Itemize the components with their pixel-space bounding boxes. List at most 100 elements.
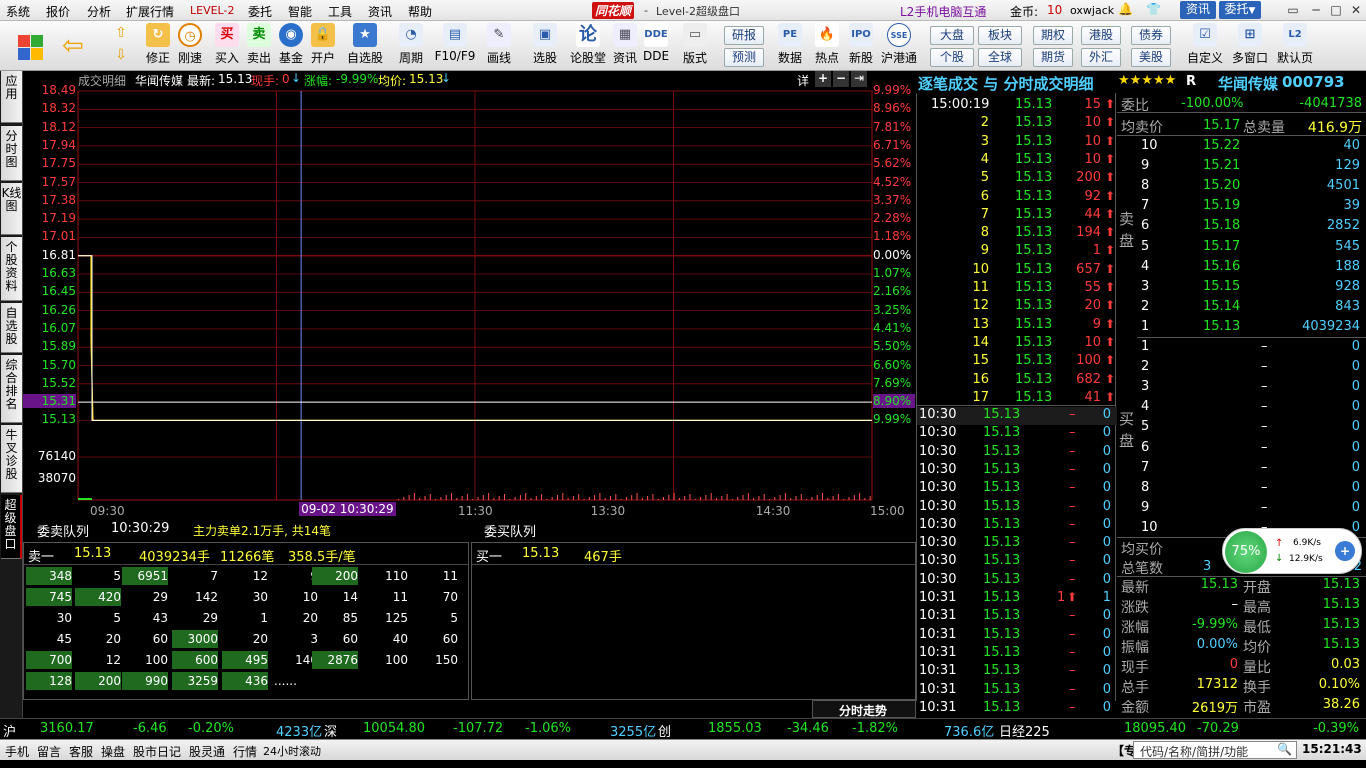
detail-button[interactable]: 详 bbox=[797, 72, 809, 89]
options-button[interactable]: 期权 bbox=[1033, 26, 1073, 45]
sell-level-row[interactable]: 5 15.17 545 bbox=[1117, 239, 1366, 259]
toolbar-data[interactable]: PE 数据 bbox=[775, 23, 805, 66]
search-icon[interactable]: 🔍 bbox=[1277, 742, 1292, 756]
minimize-icon[interactable]: ─ bbox=[1306, 2, 1326, 19]
tab-intraday[interactable]: 分时图 bbox=[1, 126, 22, 181]
sell-level-row[interactable]: 7 15.19 39 bbox=[1117, 198, 1366, 218]
sell-level-row[interactable]: 10 15.22 40 bbox=[1117, 138, 1366, 158]
menu-smart[interactable]: 智能 bbox=[288, 3, 312, 20]
sell-level-row[interactable]: 8 15.20 4501 bbox=[1117, 178, 1366, 198]
search-input[interactable]: 代码/名称/简拼/功能 bbox=[1140, 743, 1248, 760]
zoom-in-icon[interactable]: + bbox=[815, 71, 831, 87]
intraday-trend-button[interactable]: 分时走势 bbox=[812, 700, 916, 718]
tab-diagnosis[interactable]: 牛叉诊股 bbox=[1, 425, 22, 493]
plus-icon[interactable]: + bbox=[1335, 541, 1355, 561]
trade-list[interactable]: 15:00:19 15.13 15 ⬆ 2 15.13 10 ⬆ 3 15.13 10 ⬆ 4 15.1… bbox=[916, 93, 1117, 715]
tab-ranking[interactable]: 综合排名 bbox=[1, 355, 22, 423]
menu-analysis[interactable]: 分析 bbox=[87, 3, 111, 20]
tab-profile[interactable]: 个股资料 bbox=[1, 237, 22, 301]
back-arrow-icon[interactable]: ⇦ bbox=[62, 33, 88, 59]
stock-button[interactable]: 个股 bbox=[930, 48, 974, 67]
tab-super-board[interactable]: 超级盘口 bbox=[1, 495, 22, 559]
buy-level-row[interactable]: 2 – 0 bbox=[1117, 359, 1366, 379]
shirt-icon[interactable]: 👕 bbox=[1146, 2, 1161, 16]
toolbar-period[interactable]: ◔ 周期 bbox=[396, 23, 426, 66]
sell-level-row[interactable]: 9 15.21 129 bbox=[1117, 158, 1366, 178]
net-speed-widget[interactable]: 75% ↑ 6.9K/s ↓ 12.9K/s + bbox=[1222, 528, 1362, 574]
buy-level-row[interactable]: 5 – 0 bbox=[1117, 419, 1366, 439]
toolbar-screener[interactable]: ▣ 选股 bbox=[530, 23, 560, 66]
toolbar-speed[interactable]: ◷ 刚速 bbox=[175, 23, 205, 66]
toolbar-forum[interactable]: 论论股堂 bbox=[570, 23, 606, 66]
buy-level-row[interactable]: 8 – 0 bbox=[1117, 480, 1366, 500]
buy-level-row[interactable]: 7 – 0 bbox=[1117, 460, 1366, 480]
toolbar-f10[interactable]: ▤ F10/F9 bbox=[435, 23, 475, 63]
toolbar-hk-connect[interactable]: SSE 沪港通 bbox=[881, 23, 917, 66]
toolbar-watchlist[interactable]: ★ 自选股 bbox=[347, 23, 383, 66]
up-arrow-icon[interactable]: ⇧ bbox=[110, 25, 132, 43]
toolbar-ipo[interactable]: IPO 新股 bbox=[846, 23, 876, 66]
menu-news[interactable]: 资讯 bbox=[368, 3, 392, 20]
research-button[interactable]: 研报 bbox=[724, 26, 764, 45]
sell-level-row[interactable]: 4 15.16 188 bbox=[1117, 259, 1366, 279]
bottom-tab-message[interactable]: 留言 bbox=[37, 743, 61, 760]
buy-level-row[interactable]: 3 – 0 bbox=[1117, 379, 1366, 399]
toolbar-layout[interactable]: ▭ 版式 bbox=[680, 23, 710, 66]
bell-icon[interactable]: 🔔 bbox=[1118, 2, 1133, 16]
bottom-tab-24h[interactable]: 24小时滚动 bbox=[263, 743, 321, 759]
market-button[interactable]: 大盘 bbox=[930, 26, 974, 45]
buy-level-row[interactable]: 9 – 0 bbox=[1117, 500, 1366, 520]
menu-extended[interactable]: 扩展行情 bbox=[126, 3, 174, 20]
buy-level-row[interactable]: 4 – 0 bbox=[1117, 399, 1366, 419]
toolbar-custom[interactable]: ☑ 自定义 bbox=[1187, 23, 1223, 66]
forex-button[interactable]: 外汇 bbox=[1081, 48, 1121, 67]
menu-tools[interactable]: 工具 bbox=[328, 3, 352, 20]
sell-level-row[interactable]: 6 15.18 2852 bbox=[1117, 218, 1366, 238]
toolbar-multiwindow[interactable]: ⊞ 多窗口 bbox=[1232, 23, 1268, 66]
menu-trade[interactable]: 委托 bbox=[248, 3, 272, 20]
buy-level-row[interactable]: 6 – 0 bbox=[1117, 440, 1366, 460]
sell-level-row[interactable]: 2 15.14 843 bbox=[1117, 299, 1366, 319]
futures-button[interactable]: 期货 bbox=[1033, 48, 1073, 67]
bottom-tab-gulingtong[interactable]: 股灵通 bbox=[189, 743, 225, 760]
toolbar-hot[interactable]: 🔥 热点 bbox=[812, 23, 842, 66]
close-icon[interactable]: ✕ bbox=[1346, 2, 1366, 19]
bond-button[interactable]: 债券 bbox=[1131, 26, 1171, 45]
mobile-link[interactable]: L2手机电脑互通 bbox=[900, 3, 986, 20]
zoom-out-icon[interactable]: − bbox=[833, 71, 849, 87]
news-button[interactable]: 资讯 bbox=[1180, 1, 1216, 19]
username[interactable]: oxwjack bbox=[1070, 4, 1114, 17]
menu-level2[interactable]: LEVEL-2 bbox=[190, 4, 234, 17]
maximize-icon[interactable]: □ bbox=[1326, 2, 1346, 19]
hk-stock-button[interactable]: 港股 bbox=[1081, 26, 1121, 45]
bottom-tab-diary[interactable]: 股市日记 bbox=[133, 743, 181, 760]
windows-logo-icon[interactable] bbox=[18, 35, 44, 61]
tab-watchlist[interactable]: 自选股 bbox=[1, 303, 22, 353]
down-arrow-icon[interactable]: ⇩ bbox=[110, 47, 132, 65]
menu-help[interactable]: 帮助 bbox=[408, 3, 432, 20]
bottom-tab-mobile[interactable]: 手机 bbox=[5, 743, 29, 760]
bottom-tab-service[interactable]: 客服 bbox=[69, 743, 93, 760]
menu-quote[interactable]: 报价 bbox=[46, 3, 70, 20]
tab-apps[interactable]: 应用 bbox=[1, 71, 22, 123]
toolbar-open-account[interactable]: 🔒 开户 bbox=[308, 23, 338, 66]
sector-button[interactable]: 板块 bbox=[978, 26, 1022, 45]
toolbar-default-page[interactable]: L2 默认页 bbox=[1277, 23, 1313, 66]
trade-detail-tab[interactable]: 成交明细 bbox=[78, 72, 126, 89]
expand-icon[interactable]: ⇥ bbox=[851, 71, 867, 87]
toolbar-dde[interactable]: DDE DDE bbox=[641, 23, 671, 63]
bottom-tab-quotes[interactable]: 行情 bbox=[233, 743, 257, 760]
bottom-tab-trading[interactable]: 操盘 bbox=[101, 743, 125, 760]
menu-system[interactable]: 系统 bbox=[6, 3, 30, 20]
tab-kline[interactable]: K线图 bbox=[1, 183, 22, 235]
search-box[interactable]: 代码/名称/简拼/功能 🔍 bbox=[1133, 741, 1297, 759]
buy-level-row[interactable]: 1 – 0 bbox=[1117, 339, 1366, 359]
us-stock-button[interactable]: 美股 bbox=[1131, 48, 1171, 67]
sell-level-row[interactable]: 1 15.13 4039234 bbox=[1117, 319, 1366, 339]
restore-icon[interactable]: ▭ bbox=[1283, 2, 1303, 19]
toolbar-draw[interactable]: ✎ 画线 bbox=[484, 23, 514, 66]
global-button[interactable]: 全球 bbox=[978, 48, 1022, 67]
forecast-button[interactable]: 预测 bbox=[724, 48, 764, 67]
trade-button[interactable]: 委托▼ bbox=[1219, 1, 1261, 19]
sell-level-row[interactable]: 3 15.15 928 bbox=[1117, 279, 1366, 299]
